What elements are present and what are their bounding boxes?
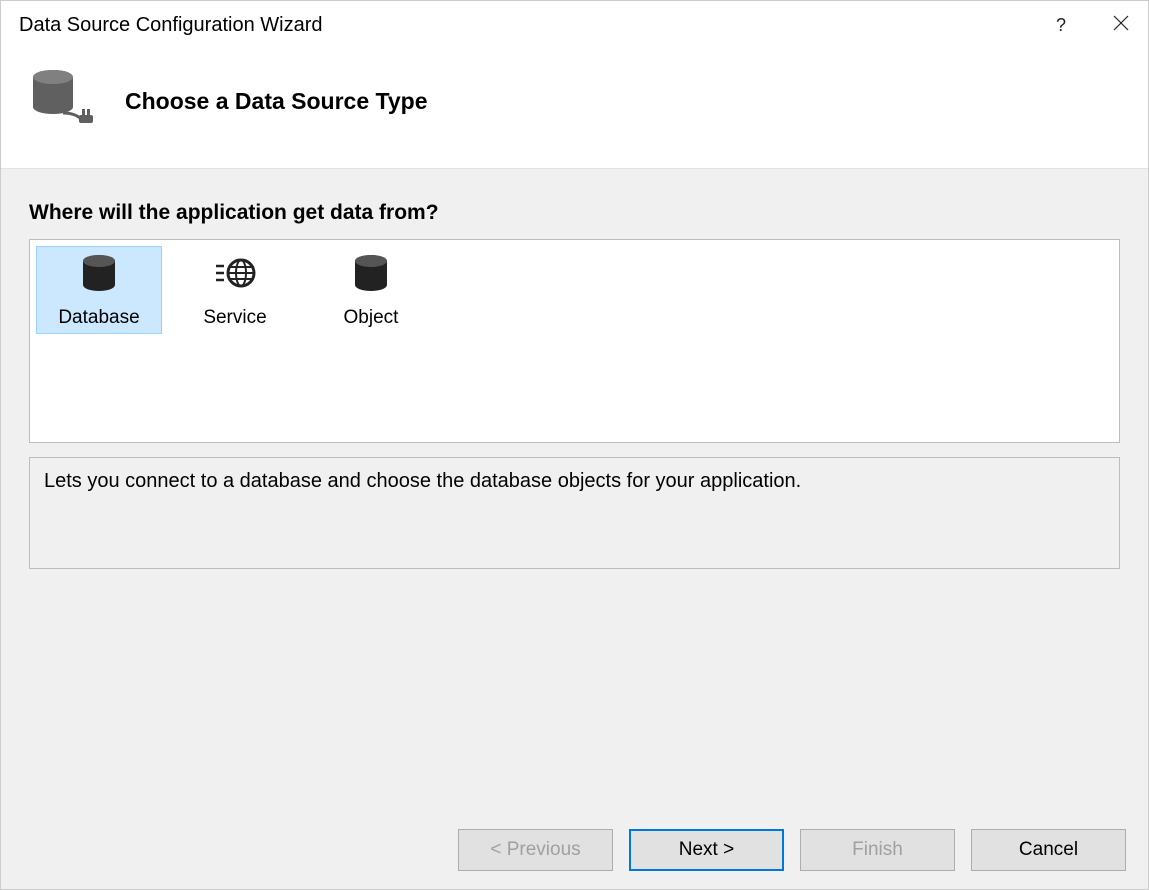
wizard-header: Choose a Data Source Type — [1, 49, 1148, 168]
option-object[interactable]: Object — [308, 246, 434, 334]
wizard-heading: Choose a Data Source Type — [125, 88, 428, 115]
help-icon[interactable]: ? — [1056, 15, 1066, 36]
description-panel: Lets you connect to a database and choos… — [29, 457, 1120, 569]
wizard-content: Where will the application get data from… — [1, 168, 1148, 811]
option-label: Object — [344, 307, 399, 329]
window-title: Data Source Configuration Wizard — [19, 14, 322, 37]
option-label: Service — [203, 307, 266, 329]
option-database[interactable]: Database — [36, 246, 162, 334]
object-icon — [350, 252, 392, 299]
description-text: Lets you connect to a database and choos… — [44, 470, 1105, 493]
question-label: Where will the application get data from… — [29, 201, 1120, 225]
finish-button: Finish — [800, 829, 955, 871]
next-button[interactable]: Next > — [629, 829, 784, 871]
database-wizard-icon — [25, 63, 97, 140]
database-icon — [78, 252, 120, 299]
option-service[interactable]: Service — [172, 246, 298, 334]
previous-button: < Previous — [458, 829, 613, 871]
wizard-footer: < Previous Next > Finish Cancel — [1, 811, 1148, 889]
option-label: Database — [58, 307, 139, 329]
data-source-options: Database Service — [29, 239, 1120, 443]
window-controls: ? — [1056, 14, 1130, 37]
cancel-button[interactable]: Cancel — [971, 829, 1126, 871]
close-icon[interactable] — [1112, 14, 1130, 37]
service-icon — [214, 252, 256, 299]
titlebar: Data Source Configuration Wizard ? — [1, 1, 1148, 49]
